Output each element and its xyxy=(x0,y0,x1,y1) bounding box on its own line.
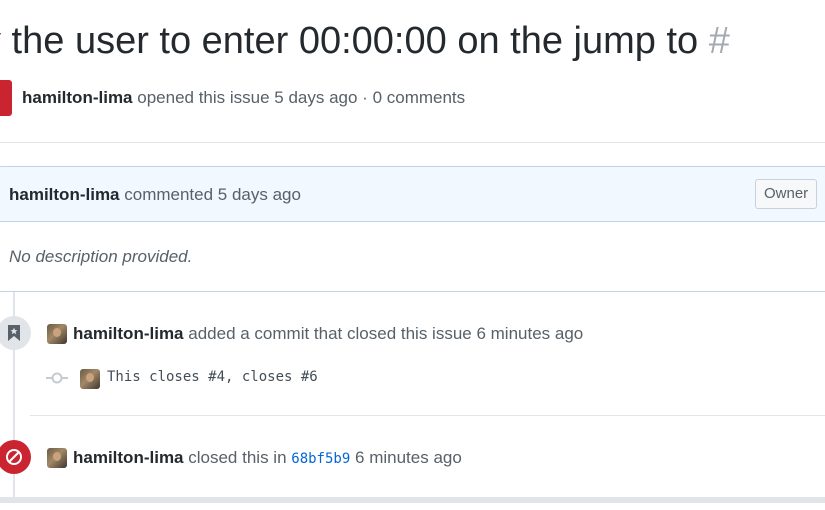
commit-event-text: hamilton-lima added a commit that closed… xyxy=(73,324,583,344)
bottom-bar xyxy=(0,497,825,503)
issue-state-badge xyxy=(0,80,12,116)
commit-event-description: added a commit that closed this issue 6 … xyxy=(188,324,584,343)
commit-message-link[interactable]: This closes #4, closes #6 xyxy=(107,369,318,385)
issue-number: # xyxy=(708,20,730,62)
comment-timestamp-link[interactable]: commented 5 days ago xyxy=(124,185,301,204)
header-divider xyxy=(0,142,825,143)
circle-slash-icon xyxy=(0,440,31,474)
owner-badge: Owner xyxy=(755,179,818,209)
closed-event-suffix: 6 minutes ago xyxy=(355,448,462,467)
avatar[interactable] xyxy=(47,324,67,344)
avatar[interactable] xyxy=(80,369,100,389)
closed-event-prefix: closed this in xyxy=(188,448,287,467)
issue-meta: hamilton-lima opened this issue 5 days a… xyxy=(22,88,465,108)
issue-title-text: v the user to enter 00:00:00 on the jump… xyxy=(0,20,709,62)
closed-event-text: hamilton-lima closed this in 68bf5b9 6 m… xyxy=(73,448,462,468)
timeline-divider xyxy=(30,415,825,416)
git-commit-icon xyxy=(46,372,68,384)
avatar[interactable] xyxy=(47,448,67,468)
issue-opened-text: opened this issue 5 days ago · 0 comment… xyxy=(137,88,466,107)
comment-body: No description provided. xyxy=(9,247,193,266)
bookmark-icon xyxy=(0,316,31,350)
commit-sha-link[interactable]: 68bf5b9 xyxy=(291,451,350,467)
closed-event-author-link[interactable]: hamilton-lima xyxy=(73,448,184,467)
comment-box: hamilton-lima commented 5 days ago Owner… xyxy=(0,166,825,292)
comment-author-link[interactable]: hamilton-lima xyxy=(9,185,120,204)
comment-header: hamilton-lima commented 5 days ago Owner xyxy=(0,167,825,222)
issue-title: v the user to enter 00:00:00 on the jump… xyxy=(0,20,730,63)
issue-author-link[interactable]: hamilton-lima xyxy=(22,88,133,107)
commit-event-author-link[interactable]: hamilton-lima xyxy=(73,324,184,343)
comment-byline: hamilton-lima commented 5 days ago xyxy=(9,185,301,205)
